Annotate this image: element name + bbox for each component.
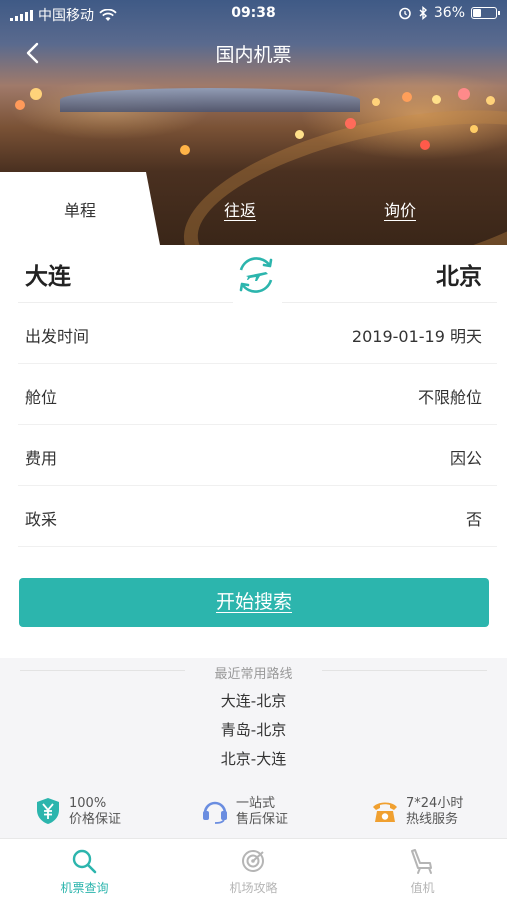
cabin-class-row[interactable]: 舱位 不限舱位 [0, 364, 507, 425]
city-selector: 大连 北京 [0, 245, 507, 303]
recent-route-item[interactable]: 大连-北京 [0, 690, 507, 711]
feature-hotline: 7*24小时 热线服务 [370, 792, 505, 838]
tab-round-trip[interactable]: 往返 [175, 172, 305, 245]
row-value: 否 [465, 510, 482, 529]
expense-type-row[interactable]: 费用 因公 [0, 425, 507, 486]
tab-airport-guide[interactable]: 机场攻略 [169, 839, 338, 900]
row-label: 出发时间 [25, 327, 90, 346]
tab-inquiry[interactable]: 询价 [335, 172, 465, 245]
page-title: 国内机票 [215, 44, 292, 66]
trip-type-tabs: 单程 往返 询价 [0, 172, 507, 245]
tab-label: 机场攻略 [229, 881, 278, 895]
arrival-city[interactable]: 北京 [436, 257, 482, 291]
departure-date-row[interactable]: 出发时间 2019-01-19 明天 [0, 303, 507, 364]
tab-one-way[interactable]: 单程 [0, 172, 160, 245]
row-value: 2019-01-19 明天 [351, 327, 482, 346]
feature-line1: 7*24小时 [406, 796, 464, 811]
yen-shield-icon [37, 798, 59, 824]
alarm-icon [399, 7, 411, 20]
start-search-button[interactable]: 开始搜索 [19, 578, 489, 627]
bottom-tab-bar: 机票查询 机场攻略 值机 [0, 838, 507, 900]
row-value: 不限舱位 [417, 388, 482, 407]
search-icon [72, 849, 97, 874]
phone-icon [373, 802, 397, 822]
row-label: 费用 [25, 449, 58, 468]
feature-line2: 热线服务 [406, 812, 459, 827]
battery-icon [471, 7, 500, 19]
feature-line2: 售后保证 [236, 812, 289, 827]
target-icon [242, 850, 264, 872]
feature-after-sales: 一站式 售后保证 [200, 792, 330, 838]
feature-line1: 100% [69, 796, 107, 811]
tab-check-in[interactable]: 值机 [338, 839, 507, 900]
departure-city[interactable]: 大连 [25, 257, 71, 291]
seat-icon [411, 849, 432, 874]
bluetooth-icon [419, 6, 427, 20]
row-label: 政采 [25, 510, 58, 529]
recent-route-item[interactable]: 青岛-北京 [0, 719, 507, 740]
nav-bar: 国内机票 [0, 28, 507, 78]
recent-routes-title: 最近常用路线 [214, 667, 293, 682]
service-guarantees: 100% 价格保证 一站式 售后保证 7*24小时 热线服务 [0, 792, 507, 838]
recent-route-item[interactable]: 北京-大连 [0, 748, 507, 769]
row-value: 因公 [449, 449, 482, 468]
battery-percent: 36% [433, 5, 465, 21]
row-label: 舱位 [25, 388, 58, 407]
tab-label: 值机 [410, 881, 435, 895]
feature-line2: 价格保证 [69, 812, 122, 827]
gov-procurement-row[interactable]: 政采 否 [0, 486, 507, 547]
feature-line1: 一站式 [236, 796, 276, 811]
status-bar: 中国移动 09:38 36% [0, 0, 507, 28]
tab-flight-search[interactable]: 机票查询 [0, 839, 169, 900]
feature-price-guarantee: 100% 价格保证 [33, 792, 163, 838]
tab-label: 机票查询 [60, 881, 109, 895]
headset-icon [203, 801, 227, 824]
swap-cities-icon[interactable] [233, 252, 279, 298]
